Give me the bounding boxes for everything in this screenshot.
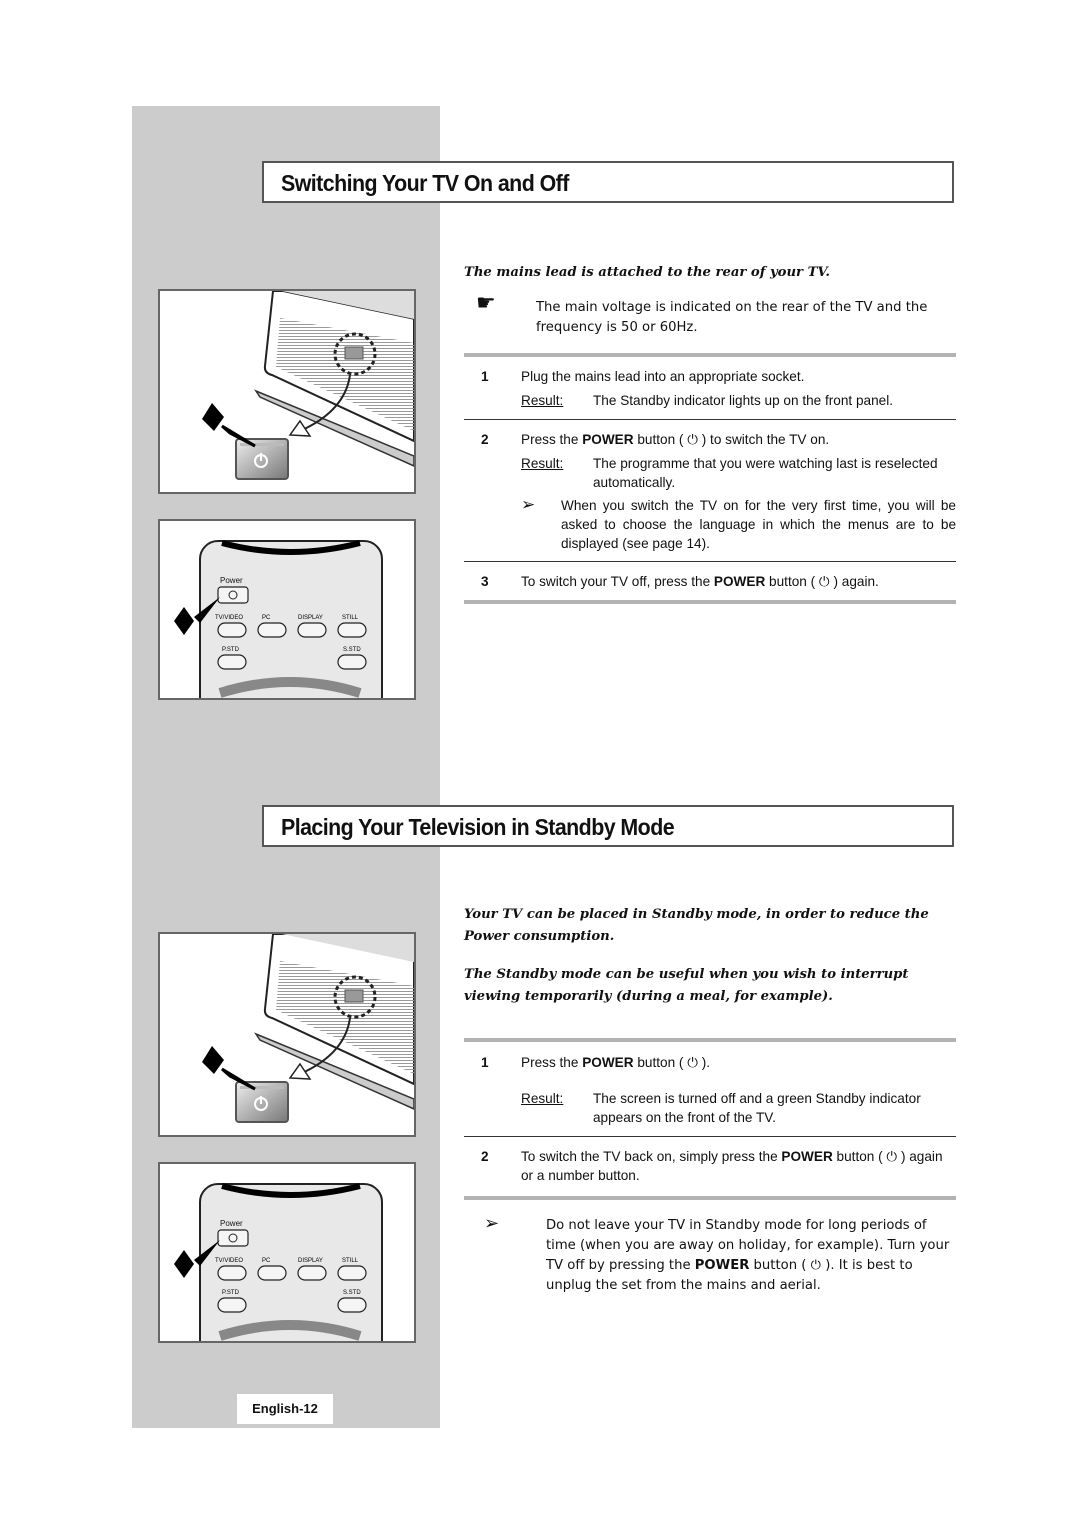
step-number: 1 — [481, 369, 489, 384]
svg-text:Power: Power — [220, 1219, 243, 1228]
voltage-note: ☛ The main voltage is indicated on the r… — [464, 293, 956, 338]
text: To switch the TV back on, simply press t… — [521, 1149, 782, 1164]
section1-lead: The mains lead is attached to the rear o… — [464, 265, 830, 280]
power-keyword: POWER — [713, 574, 766, 589]
tv-panel-illustration — [158, 932, 416, 1137]
step-text: Plug the mains lead into an appropriate … — [521, 369, 805, 384]
svg-text:STILL: STILL — [342, 615, 359, 621]
power-keyword: POWER — [694, 1258, 750, 1273]
svg-text:DISPLAY: DISPLAY — [298, 1258, 323, 1264]
svg-text:S.STD: S.STD — [343, 647, 361, 653]
text: button ( ⏻ ). — [633, 1055, 711, 1070]
step-3: 3 To switch your TV off, press the POWER… — [464, 572, 956, 591]
tv-front-panel-icon — [202, 934, 414, 1123]
divider — [464, 1136, 956, 1137]
first-time-tip: ➢ When you switch the TV on for the very… — [521, 495, 956, 553]
divider — [464, 1038, 956, 1042]
svg-text:TV/VIDEO: TV/VIDEO — [215, 615, 243, 621]
power-keyword: POWER — [781, 1149, 833, 1164]
svg-text:S.STD: S.STD — [343, 1290, 361, 1296]
divider — [464, 561, 956, 562]
standby-tip: ➢ Do not leave your TV in Standby mode f… — [464, 1213, 956, 1296]
voltage-note-text: The main voltage is indicated on the rea… — [536, 300, 928, 335]
step-result: Result: The Standby indicator lights up … — [521, 391, 956, 410]
remote-control-icon: Power TV/VIDEO PC DISPLAY STILL P.STD S.… — [174, 540, 383, 698]
svg-text:Power: Power — [220, 576, 243, 585]
result-label: Result: — [521, 1091, 564, 1106]
svg-text:DISPLAY: DISPLAY — [298, 615, 323, 621]
power-keyword: POWER — [582, 432, 634, 447]
tip-text: When you switch the TV on for the very f… — [561, 498, 956, 551]
result-text: The screen is turned off and a green Sta… — [593, 1091, 921, 1125]
power-keyword: POWER — [582, 1055, 634, 1070]
section2-lead-1: Your TV can be placed in Standby mode, i… — [464, 907, 929, 944]
tv-front-panel-icon — [202, 291, 414, 480]
result-label: Result: — [521, 456, 564, 471]
svg-text:P.STD: P.STD — [222, 647, 240, 653]
step-result: Result: The screen is turned off and a g… — [521, 1089, 956, 1127]
page-number: English-12 — [237, 1394, 333, 1424]
remote-illustration: Power TV/VIDEO PC DISPLAY STILL P.STD S.… — [158, 1162, 416, 1343]
section-title: Switching Your TV On and Off — [281, 170, 569, 196]
divider — [464, 353, 956, 357]
step-number: 3 — [481, 574, 489, 589]
text: button ( ⏻ ) to switch the TV on. — [633, 432, 830, 447]
step-text: Press the POWER button ( ⏻ ). — [521, 1053, 956, 1072]
divider — [464, 1196, 956, 1200]
section-title-box: Switching Your TV On and Off — [262, 161, 954, 203]
section2-content: Your TV can be placed in Standby mode, i… — [464, 904, 956, 1296]
pointing-hand-icon: ☛ — [476, 291, 496, 316]
result-text: The programme that you were watching las… — [593, 456, 938, 490]
step-number: 2 — [481, 1149, 489, 1164]
arrow-right-icon: ➢ — [484, 1213, 500, 1234]
tv-panel-illustration — [158, 289, 416, 494]
text: Press the — [521, 1055, 583, 1070]
text: To switch your TV off, press the — [521, 574, 714, 589]
step-1: 1 Press the POWER button ( ⏻ ). Result: … — [464, 1053, 956, 1127]
step-text: To switch your TV off, press the POWER b… — [521, 572, 956, 591]
text: button ( ⏻ ) again. — [765, 574, 879, 589]
result-text: The Standby indicator lights up on the f… — [593, 393, 894, 408]
svg-text:STILL: STILL — [342, 1258, 359, 1264]
svg-text:P.STD: P.STD — [222, 1290, 240, 1296]
section-title: Placing Your Television in Standby Mode — [281, 814, 675, 840]
section2-lead-2: The Standby mode can be useful when you … — [464, 967, 909, 1004]
divider — [464, 419, 956, 420]
step-text: To switch the TV back on, simply press t… — [521, 1147, 956, 1185]
step-number: 2 — [481, 432, 489, 447]
remote-control-icon: Power TV/VIDEO PC DISPLAY STILL P.STD S.… — [174, 1183, 383, 1341]
step-2: 2 To switch the TV back on, simply press… — [464, 1147, 956, 1185]
section-title-box: Placing Your Television in Standby Mode — [262, 805, 954, 847]
arrow-right-icon: ➢ — [521, 495, 536, 514]
svg-text:PC: PC — [262, 1258, 271, 1264]
svg-text:TV/VIDEO: TV/VIDEO — [215, 1258, 243, 1264]
step-2: 2 Press the POWER button ( ⏻ ) to switch… — [464, 430, 956, 553]
section1-content: The mains lead is attached to the rear o… — [464, 262, 956, 604]
remote-illustration: Power TV/VIDEO PC DISPLAY STILL P.STD S.… — [158, 519, 416, 700]
step-text: Press the POWER button ( ⏻ ) to switch t… — [521, 430, 956, 449]
step-1: 1 Plug the mains lead into an appropriat… — [464, 367, 956, 410]
step-number: 1 — [481, 1055, 489, 1070]
svg-text:PC: PC — [262, 615, 271, 621]
text: Press the — [521, 432, 583, 447]
result-label: Result: — [521, 393, 564, 408]
step-result: Result: The programme that you were watc… — [521, 454, 956, 492]
divider — [464, 600, 956, 604]
